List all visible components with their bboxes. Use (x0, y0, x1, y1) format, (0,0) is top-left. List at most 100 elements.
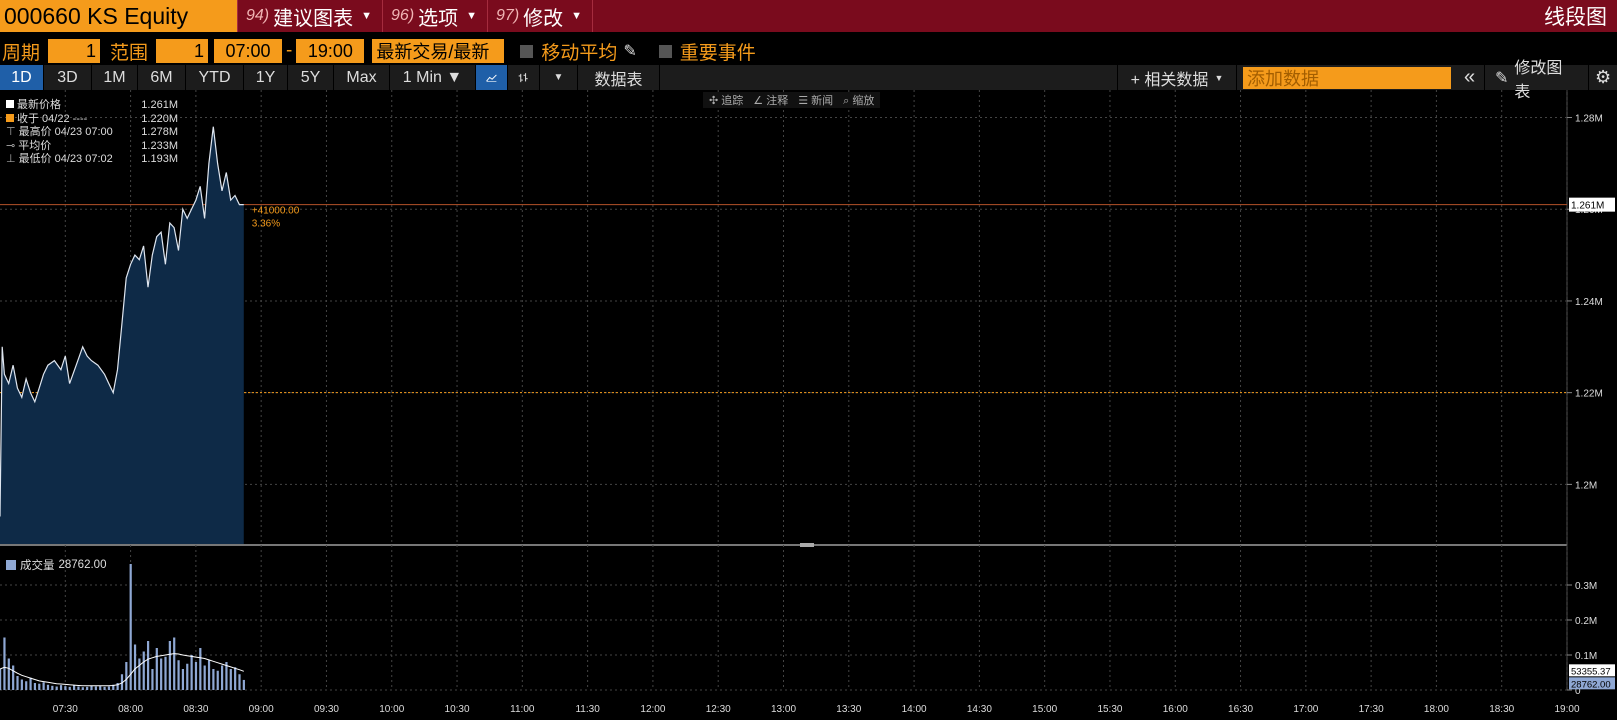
volume-bar (20, 679, 23, 690)
volume-ma-label: 53355.37 (1571, 666, 1611, 677)
time-start-input[interactable]: 07:00 (214, 39, 283, 63)
legend-row[interactable]: ⊥ 最低价 04/23 07:02 1.193M (6, 153, 178, 167)
x-tick-label: 18:30 (1489, 704, 1514, 715)
chart-type-title: 线段图 (1544, 6, 1607, 29)
change-abs-label: +41000.00 (252, 206, 300, 217)
data-table-button[interactable]: 数据表 (578, 65, 660, 90)
menu-suggested-charts[interactable]: 94) 建议图表 ▼ (237, 0, 382, 32)
chart-tools: ✣ 追踪 ∠ 注释 ☰ 新闻 ⌕ 缩放 (703, 92, 881, 108)
range-1y-button[interactable]: 1Y (244, 65, 288, 90)
volume-legend[interactable]: 成交量 28762.00 (6, 557, 106, 573)
x-tick-label: 13:00 (771, 704, 796, 715)
chart-type-dropdown[interactable]: ▼ (540, 65, 578, 90)
volume-bar (68, 686, 71, 690)
volume-bar (194, 662, 198, 690)
legend-value: 1.233M (141, 139, 178, 152)
range-input[interactable]: 1 (156, 39, 209, 63)
volume-swatch (6, 560, 16, 570)
volume-tick-label: 0.3M (1575, 581, 1597, 592)
x-tick-label: 14:00 (902, 704, 927, 715)
time-end-input[interactable]: 19:00 (296, 39, 365, 63)
annotate-tool[interactable]: ∠ 注释 (753, 92, 788, 108)
x-tick-label: 15:30 (1097, 704, 1122, 715)
volume-bar (107, 686, 111, 690)
moving-average-label[interactable]: 移动平均 (541, 38, 617, 65)
crosshair-tool[interactable]: ✣ 追踪 (709, 92, 743, 108)
caret-down-icon: ▼ (571, 10, 583, 22)
gear-icon[interactable]: ⚙ (1589, 65, 1617, 90)
volume-bar (72, 685, 76, 690)
menu-options[interactable]: 96) 选项 ▼ (382, 0, 487, 32)
moving-average-checkbox[interactable] (520, 44, 534, 58)
legend-row[interactable]: 最新价格 1.261M (6, 99, 178, 113)
news-tool[interactable]: ☰ 新闻 (798, 92, 833, 108)
range-5y-button[interactable]: 5Y (288, 65, 334, 90)
range-1d-button[interactable]: 1D (0, 65, 44, 90)
caret-down-icon: ▼ (361, 10, 373, 22)
volume-label: 成交量 (20, 560, 55, 572)
edit-chart-button[interactable]: ✎ 修改图表 (1485, 60, 1589, 101)
price-chart[interactable]: 07:30 08:00 08:30 09:00 09:30 10:00 10:30 11:00… (0, 90, 1617, 720)
x-tick-label: 09:30 (314, 704, 339, 715)
range-1m-button[interactable]: 1M (92, 65, 138, 90)
time-separator: - (286, 40, 293, 61)
menu-label: 建议图表 (273, 7, 354, 30)
volume-bar (142, 651, 145, 690)
range-max-button[interactable]: Max (334, 65, 390, 90)
x-tick-label: 16:00 (1163, 704, 1188, 715)
volume-bar (203, 665, 206, 690)
range-6m-button[interactable]: 6M (138, 65, 186, 90)
volume-bar (38, 683, 41, 690)
volume-last-label: 28762.00 (1571, 679, 1611, 690)
menu-number: 96) (391, 7, 415, 24)
legend-row[interactable]: 收于 04/22 ---- 1.220M (6, 113, 178, 127)
average-marker-icon: ⊸ (6, 139, 16, 152)
volume-bar (168, 641, 171, 690)
line-chart-icon[interactable] (476, 65, 508, 90)
x-tick-label: 11:00 (510, 704, 535, 715)
legend-label: 最新价格 (17, 99, 61, 111)
interval-select[interactable]: 1 Min ▼ (390, 65, 476, 90)
range-3d-button[interactable]: 3D (44, 65, 92, 90)
volume-bar (229, 669, 232, 690)
volume-bar (51, 685, 54, 690)
add-data-input[interactable]: 添加数据 (1243, 66, 1451, 89)
x-tick-label: 09:00 (249, 704, 274, 715)
settings-row: 周期 1 范围 1 07:00 - 19:00 最新交易/最新 移动平均 ✎ 重… (0, 38, 1617, 64)
x-tick-label: 10:00 (379, 704, 404, 715)
x-tick-label: 15:00 (1032, 704, 1057, 715)
range-ytd-button[interactable]: YTD (186, 65, 244, 90)
square-icon (6, 113, 14, 122)
pencil-icon[interactable]: ✎ (623, 41, 636, 61)
volume-bar (81, 687, 84, 690)
x-tick-label: 19:00 (1554, 704, 1579, 715)
menu-edit[interactable]: 97) 修改 ▼ (487, 0, 594, 32)
menu-number: 94) (246, 7, 270, 24)
events-checkbox[interactable] (658, 44, 672, 58)
x-tick-label: 13:30 (836, 704, 861, 715)
bar-chart-icon[interactable] (508, 65, 540, 90)
zoom-tool[interactable]: ⌕ 缩放 (843, 92, 874, 108)
pencil-icon: ✎ (1495, 69, 1509, 87)
legend-value: 1.278M (141, 126, 178, 138)
collapse-button[interactable]: « (1455, 65, 1485, 90)
price-type-select[interactable]: 最新交易/最新 (372, 39, 505, 63)
volume-bar (199, 648, 202, 690)
volume-bar (238, 674, 241, 690)
related-data-button[interactable]: + 相关数据 ▼ (1117, 65, 1237, 90)
events-label[interactable]: 重要事件 (680, 38, 756, 65)
y-tick-label: 1.24M (1575, 297, 1603, 308)
volume-bar (12, 665, 15, 690)
legend-label: 最高价 04/23 07:00 (18, 126, 113, 138)
volume-bar (155, 648, 158, 690)
legend-value: 1.220M (141, 112, 178, 125)
volume-bar (220, 665, 224, 690)
period-input[interactable]: 1 (48, 39, 101, 63)
range-label: 范围 (110, 42, 149, 64)
x-tick-label: 18:00 (1424, 704, 1449, 715)
volume-bar (129, 564, 132, 690)
legend-row[interactable]: ⊤ 最高价 04/23 07:00 1.278M (6, 126, 178, 140)
legend-row[interactable]: ⊸ 平均价 1.233M (6, 140, 178, 154)
volume-bar (190, 655, 193, 690)
ticker-field[interactable]: 000660 KS Equity (0, 0, 237, 32)
